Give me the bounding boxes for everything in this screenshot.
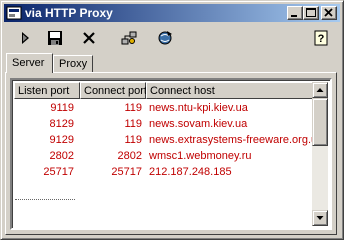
maximize-icon bbox=[306, 8, 316, 17]
window-title: via HTTP Proxy bbox=[25, 6, 113, 20]
play-icon bbox=[22, 32, 29, 44]
column-header-connect-host[interactable]: Connect host bbox=[146, 82, 314, 99]
focus-rectangle bbox=[15, 199, 75, 200]
close-button[interactable] bbox=[321, 6, 337, 20]
table-row[interactable]: 9119 119 news.ntu-kpi.kiev.ua bbox=[14, 100, 314, 116]
tab-strip: Server Proxy bbox=[6, 53, 336, 73]
svg-text:?: ? bbox=[318, 33, 325, 45]
arrow-down-icon bbox=[316, 216, 324, 220]
connect-host-cell: news.sovam.kiev.ua bbox=[149, 118, 248, 130]
title-bar[interactable]: via HTTP Proxy bbox=[4, 4, 340, 22]
listen-port-cell: 9129 bbox=[49, 134, 74, 146]
connect-port-cell: 119 bbox=[124, 134, 142, 146]
minimize-icon bbox=[291, 15, 297, 17]
listen-port-cell: 8129 bbox=[49, 118, 74, 130]
listen-port-cell: 2802 bbox=[49, 150, 74, 162]
connect-host-cell: news.extrasystems-freeware.org.ua bbox=[149, 134, 324, 146]
proxy-app-icon bbox=[6, 6, 22, 20]
connect-host-cell: news.ntu-kpi.kiev.ua bbox=[149, 102, 248, 114]
save-button[interactable] bbox=[44, 27, 66, 49]
table-row[interactable]: 8129 119 news.sovam.kiev.ua bbox=[14, 116, 314, 132]
toolbar: ? bbox=[4, 25, 340, 51]
table-row[interactable]: 25717 25717 212.187.248.185 bbox=[14, 164, 314, 180]
connect-host-cell: 212.187.248.185 bbox=[149, 166, 232, 178]
scroll-thumb[interactable] bbox=[312, 98, 328, 146]
table-row[interactable]: 9129 119 news.extrasystems-freeware.org.… bbox=[14, 132, 324, 148]
maximize-button[interactable] bbox=[303, 6, 319, 20]
save-icon bbox=[48, 31, 62, 45]
vertical-scrollbar[interactable] bbox=[312, 82, 328, 226]
connect-host-cell: wmsc1.webmoney.ru bbox=[149, 150, 252, 162]
tab-proxy[interactable]: Proxy bbox=[53, 55, 93, 73]
close-icon bbox=[324, 8, 333, 17]
start-button[interactable] bbox=[14, 27, 36, 49]
scroll-up-button[interactable] bbox=[312, 82, 328, 98]
connect-button[interactable] bbox=[118, 27, 140, 49]
connect-icon bbox=[121, 31, 137, 45]
network-button[interactable] bbox=[154, 27, 176, 49]
server-panel: Listen port Connect port Connect host 91… bbox=[5, 72, 337, 235]
server-list[interactable]: Listen port Connect port Connect host 91… bbox=[10, 78, 332, 230]
connect-port-cell: 119 bbox=[124, 102, 142, 114]
connect-port-cell: 25717 bbox=[111, 166, 142, 178]
help-icon: ? bbox=[314, 30, 328, 46]
network-icon bbox=[158, 31, 172, 45]
connect-port-cell: 119 bbox=[124, 118, 142, 130]
delete-button[interactable] bbox=[78, 27, 100, 49]
listen-port-cell: 25717 bbox=[43, 166, 74, 178]
table-row[interactable]: 2802 2802 wmsc1.webmoney.ru bbox=[14, 148, 314, 164]
proxy-window: via HTTP Proxy ? Server Proxy Listen por… bbox=[0, 0, 344, 240]
column-header-listen-port[interactable]: Listen port bbox=[14, 82, 80, 99]
minimize-button[interactable] bbox=[287, 6, 303, 20]
column-header-connect-port[interactable]: Connect port bbox=[80, 82, 147, 99]
scroll-down-button[interactable] bbox=[312, 210, 328, 226]
tab-server[interactable]: Server bbox=[6, 53, 53, 73]
arrow-up-icon bbox=[316, 88, 324, 92]
listen-port-cell: 9119 bbox=[50, 102, 74, 114]
delete-icon bbox=[83, 32, 95, 44]
connect-port-cell: 2802 bbox=[117, 150, 142, 162]
help-button[interactable]: ? bbox=[310, 27, 332, 49]
